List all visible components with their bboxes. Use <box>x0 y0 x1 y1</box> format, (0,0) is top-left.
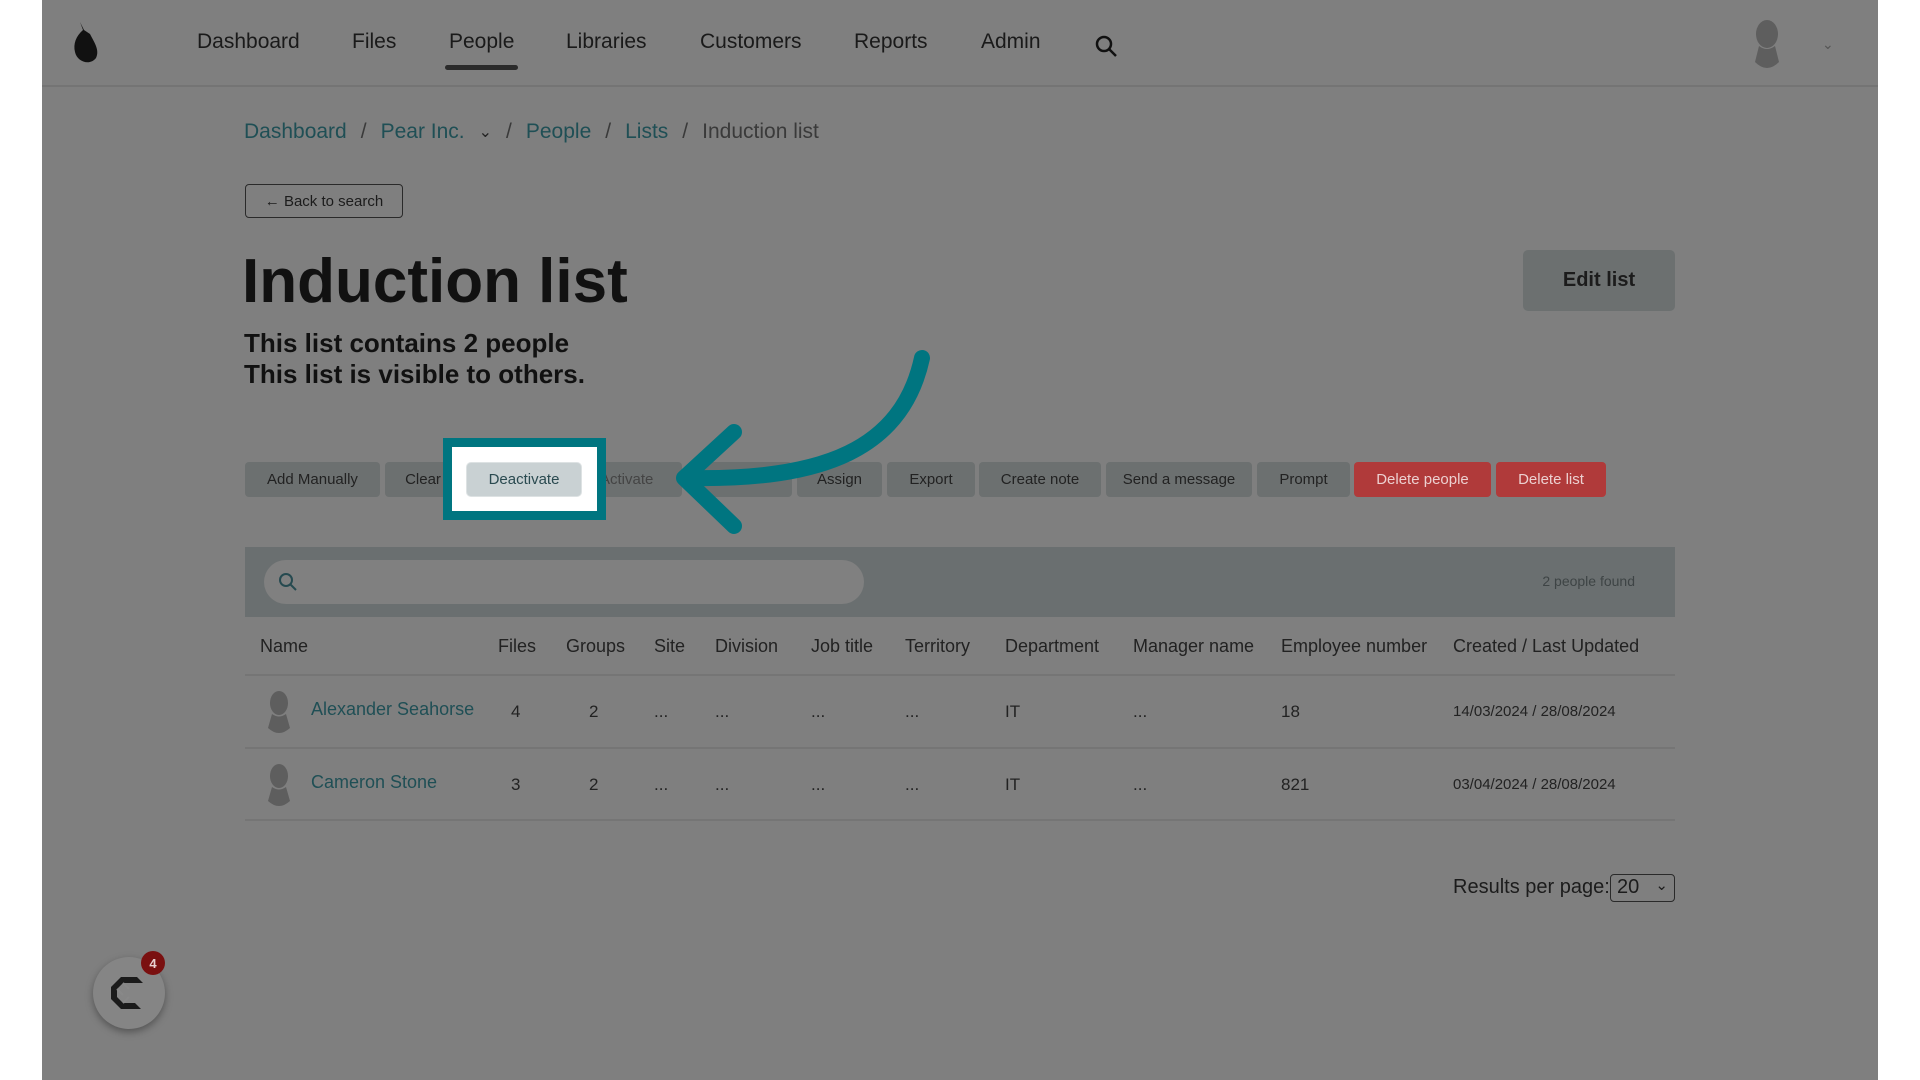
nav-customers[interactable]: Customers <box>700 30 802 54</box>
groups-cell: 2 <box>589 775 599 794</box>
add-manually-button[interactable]: Add Manually <box>245 462 380 497</box>
department-cell: IT <box>1005 775 1021 794</box>
site-cell: ... <box>654 702 669 721</box>
person-name-link[interactable]: Alexander Seahorse <box>311 699 474 720</box>
nav-libraries[interactable]: Libraries <box>566 30 647 54</box>
nav-people[interactable]: People <box>444 30 519 70</box>
nav-files[interactable]: Files <box>352 30 396 54</box>
col-division[interactable]: Division <box>715 636 778 657</box>
col-employee-number[interactable]: Employee number <box>1281 636 1427 657</box>
col-files[interactable]: Files <box>498 636 536 657</box>
job-title-cell: ... <box>811 702 826 721</box>
breadcrumb-org[interactable]: Pear Inc. <box>381 120 465 144</box>
nav-reports[interactable]: Reports <box>854 30 928 54</box>
highlight-box: Deactivate <box>443 438 606 520</box>
user-avatar[interactable] <box>1747 18 1787 72</box>
edit-list-button[interactable]: Edit list <box>1523 250 1675 311</box>
col-department[interactable]: Department <box>1005 636 1099 657</box>
results-per-page-label: Results per page: <box>1453 876 1610 898</box>
division-cell: ... <box>715 775 730 794</box>
chevron-down-icon: ⌄ <box>1655 877 1668 894</box>
deactivate-button[interactable]: Deactivate <box>466 462 582 497</box>
list-info: This list contains 2 people This list is… <box>244 328 585 390</box>
send-message-button[interactable]: Send a message <box>1106 462 1252 497</box>
results-per-page-select[interactable]: 20 ⌄ <box>1610 874 1675 902</box>
files-cell: 3 <box>511 775 521 794</box>
dates-cell: 14/03/2024 / 28/08/2024 <box>1453 703 1616 720</box>
dates-cell: 03/04/2024 / 28/08/2024 <box>1453 776 1616 793</box>
avatar <box>268 691 290 733</box>
department-cell: IT <box>1005 702 1021 721</box>
col-territory[interactable]: Territory <box>905 636 970 657</box>
col-created-updated[interactable]: Created / Last Updated <box>1453 636 1639 657</box>
prompt-button[interactable]: Prompt <box>1257 462 1350 497</box>
manager-cell: ... <box>1133 702 1148 721</box>
page-title: Induction list <box>242 247 628 316</box>
division-cell: ... <box>715 702 730 721</box>
create-note-button[interactable]: Create note <box>979 462 1101 497</box>
results-per-page-value: 20 <box>1617 876 1640 898</box>
files-cell: 4 <box>511 702 521 721</box>
breadcrumb-people[interactable]: People <box>526 120 591 144</box>
territory-cell: ... <box>905 702 920 721</box>
nav-dashboard[interactable]: Dashboard <box>197 30 300 54</box>
chat-logo-icon <box>111 977 143 1009</box>
results-count: 2 people found <box>1542 573 1635 589</box>
chat-widget-button[interactable]: 4 <box>93 951 165 1029</box>
chevron-down-icon[interactable]: ⌄ <box>479 122 492 142</box>
search-input[interactable] <box>264 560 864 604</box>
delete-list-button[interactable]: Delete list <box>1496 462 1606 497</box>
manager-cell: ... <box>1133 775 1148 794</box>
delete-people-button[interactable]: Delete people <box>1354 462 1491 497</box>
employee-number-cell: 821 <box>1281 775 1310 794</box>
breadcrumb: Dashboard / Pear Inc. ⌄ / People / Lists / In… <box>244 120 819 144</box>
nav-admin[interactable]: Admin <box>981 30 1041 54</box>
back-to-search-button[interactable]: ← Back to search <box>245 184 403 218</box>
pear-logo-icon[interactable] <box>70 20 100 66</box>
col-job-title[interactable]: Job title <box>811 636 873 657</box>
site-cell: ... <box>654 775 669 794</box>
search-panel: 2 people found <box>245 547 1675 617</box>
breadcrumb-current: Induction list <box>702 120 819 143</box>
people-count-text: This list contains 2 people <box>244 328 570 358</box>
col-groups[interactable]: Groups <box>566 636 625 657</box>
job-title-cell: ... <box>811 775 826 794</box>
arrow-annotation-icon <box>676 350 930 534</box>
col-name[interactable]: Name <box>260 636 308 657</box>
person-name-link[interactable]: Cameron Stone <box>311 772 437 793</box>
col-site[interactable]: Site <box>654 636 685 657</box>
search-icon[interactable] <box>1094 34 1118 58</box>
avatar <box>268 764 290 806</box>
groups-cell: 2 <box>589 702 599 721</box>
search-icon <box>279 573 297 591</box>
territory-cell: ... <box>905 775 920 794</box>
col-manager[interactable]: Manager name <box>1133 636 1254 657</box>
breadcrumb-dashboard[interactable]: Dashboard <box>244 120 347 144</box>
employee-number-cell: 18 <box>1281 702 1300 721</box>
page: Dashboard Files People Libraries Custome… <box>42 0 1878 1080</box>
breadcrumb-lists[interactable]: Lists <box>625 120 668 144</box>
top-nav: Dashboard Files People Libraries Custome… <box>42 0 1878 87</box>
notification-badge: 4 <box>141 951 165 975</box>
chevron-down-icon[interactable]: ⌄ <box>1822 36 1834 53</box>
visibility-text: This list is visible to others. <box>244 359 585 389</box>
